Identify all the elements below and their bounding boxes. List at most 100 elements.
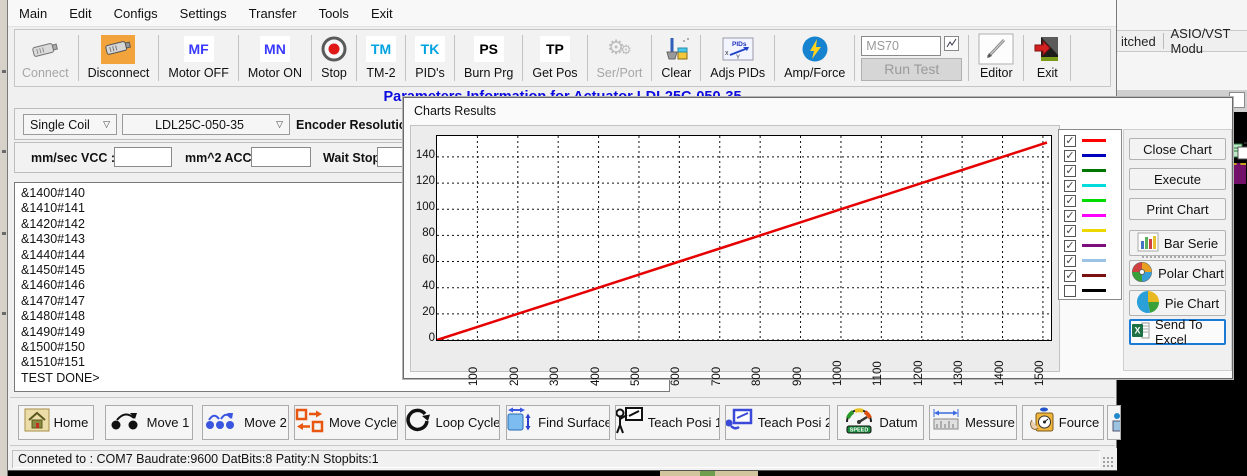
x-tick-label: 500 (630, 346, 646, 380)
datum-button[interactable]: SPEEDDatum (837, 405, 924, 440)
y-tick-label: 0 (411, 332, 435, 344)
ser-port-button[interactable]: ⚙⚙Ser/Port (590, 31, 650, 85)
series-color-line (1082, 154, 1106, 157)
ms-model-input[interactable] (861, 36, 941, 56)
loop-cycle-button[interactable]: Loop Cycle (405, 405, 500, 440)
exit-label: Exit (1037, 66, 1058, 80)
legend-row-2: ✓ (1064, 148, 1121, 163)
get-pos-button[interactable]: TPGet Pos (525, 31, 584, 85)
disconnect-label: Disconnect (88, 66, 150, 80)
x-tick-label: 800 (751, 346, 767, 380)
series-color-line (1082, 169, 1106, 172)
menu-item-main[interactable]: Main (8, 0, 58, 27)
menu-item-edit[interactable]: Edit (58, 0, 102, 27)
polar-chart-button[interactable]: Polar Chart (1129, 260, 1226, 286)
background-purple-block (1231, 163, 1246, 184)
teach-posi-2-button[interactable]: Teach Posi 2 (725, 405, 830, 440)
coil-type-dropdown[interactable]: Single Coil▽ (23, 114, 117, 135)
messure-label: Messure (965, 415, 1015, 430)
toolbar-separator (774, 35, 775, 81)
clear-button[interactable]: Clear (654, 31, 698, 85)
legend-row-11 (1064, 283, 1121, 298)
move-1-button[interactable]: Move 1 (105, 405, 193, 440)
home-label: Home (54, 415, 89, 430)
editor-icon (978, 33, 1014, 65)
messure-button[interactable]: Messure (929, 405, 1017, 440)
motor-on-button[interactable]: MNMotor ON (241, 31, 309, 85)
print-chart-button[interactable]: Print Chart (1129, 198, 1226, 220)
series-checkbox-3[interactable]: ✓ (1064, 165, 1076, 177)
resize-grip[interactable] (1102, 456, 1114, 468)
menu-item-exit[interactable]: Exit (360, 0, 404, 27)
background-strip-left-text: itched (1117, 34, 1156, 49)
y-tick-label: 140 (411, 149, 435, 161)
menu-item-configs[interactable]: Configs (103, 0, 169, 27)
y-tick-label: 100 (411, 201, 435, 213)
bar-serie-button[interactable]: Bar Serie (1129, 230, 1226, 256)
move-cycle-label: Move Cycle (329, 415, 397, 430)
motor-off-label: Motor OFF (168, 66, 228, 80)
series-color-line (1082, 184, 1106, 187)
editor-button[interactable]: Editor (971, 31, 1021, 85)
stop-button[interactable]: Stop (314, 31, 354, 85)
move-cycle-button[interactable]: Move Cycle (294, 405, 398, 440)
tm-2-button[interactable]: TMTM-2 (359, 31, 403, 85)
burn-prg-button[interactable]: PSBurn Prg (457, 31, 520, 85)
actuator-model-dropdown[interactable]: LDL25C-050-35▽ (122, 114, 290, 135)
series-checkbox-5[interactable]: ✓ (1064, 195, 1076, 207)
connect-button[interactable]: Connect (15, 31, 76, 85)
motor-off-icon: MF (184, 33, 214, 65)
x-tick-label: 1300 (953, 346, 969, 380)
close-chart-button[interactable]: Close Chart (1129, 138, 1226, 160)
pids-button[interactable]: TKPID's (408, 31, 452, 85)
series-checkbox-9[interactable]: ✓ (1064, 255, 1076, 267)
actuator-model-value: LDL25C-050-35 (155, 118, 244, 132)
menu-item-tools[interactable]: Tools (308, 0, 360, 27)
series-color-line (1082, 259, 1106, 262)
series-checkbox-8[interactable]: ✓ (1064, 240, 1076, 252)
teach-posi-2-label: Teach Posi 2 (758, 415, 830, 430)
ms-chart-icon[interactable] (944, 36, 959, 56)
ruler-icon (931, 408, 961, 437)
clipped-toolbar-button[interactable] (1107, 405, 1121, 440)
motor-off-button[interactable]: MFMotor OFF (161, 31, 235, 85)
ser-port-label: Ser/Port (597, 66, 643, 80)
adjs-pids-button[interactable]: PIDsxYAdjs PIDs (703, 31, 772, 85)
disconnect-button[interactable]: Disconnect (81, 31, 157, 85)
connect-icon (30, 33, 60, 65)
series-checkbox-2[interactable]: ✓ (1064, 150, 1076, 162)
acc-input[interactable] (251, 147, 311, 167)
acc-label: mm^2 ACC : (185, 151, 259, 165)
polar-chart-icon (1131, 261, 1153, 286)
fource-button[interactable]: Fource (1022, 405, 1104, 440)
pie-chart-button[interactable]: Pie Chart (1129, 290, 1226, 316)
find-surface-button[interactable]: Find Surface (506, 405, 610, 440)
x-tick-label: 200 (509, 346, 525, 380)
menu-item-settings[interactable]: Settings (169, 0, 238, 27)
series-checkbox-4[interactable]: ✓ (1064, 180, 1076, 192)
series-checkbox-1[interactable]: ✓ (1064, 135, 1076, 147)
menu-item-transfer[interactable]: Transfer (238, 0, 308, 27)
toolbar-separator (587, 35, 588, 81)
series-checkbox-7[interactable]: ✓ (1064, 225, 1076, 237)
legend-row-5: ✓ (1064, 193, 1121, 208)
series-checkbox-11[interactable] (1064, 285, 1076, 297)
amp-force-button[interactable]: Amp/Force (777, 31, 852, 85)
vcc-input[interactable] (114, 147, 172, 167)
series-checkbox-10[interactable]: ✓ (1064, 270, 1076, 282)
execute-button[interactable]: Execute (1129, 168, 1226, 190)
svg-text:Y: Y (736, 55, 740, 61)
legend-row-7: ✓ (1064, 223, 1121, 238)
teach-posi-1-button[interactable]: Teach Posi 1 (615, 405, 720, 440)
series-color-line (1082, 199, 1106, 202)
exit-button[interactable]: Exit (1026, 31, 1068, 85)
series-checkbox-6[interactable]: ✓ (1064, 210, 1076, 222)
move-2-button[interactable]: Move 2 (202, 405, 289, 440)
send-to-excel-button[interactable]: XSend To Excel (1129, 319, 1226, 345)
home-button[interactable]: Home (18, 405, 94, 440)
line-chart-plot (436, 135, 1052, 341)
x-tick-label: 700 (711, 346, 727, 380)
get-pos-icon: TP (540, 33, 570, 65)
motor-on-icon: MN (260, 33, 290, 65)
teach1-icon (615, 406, 644, 440)
